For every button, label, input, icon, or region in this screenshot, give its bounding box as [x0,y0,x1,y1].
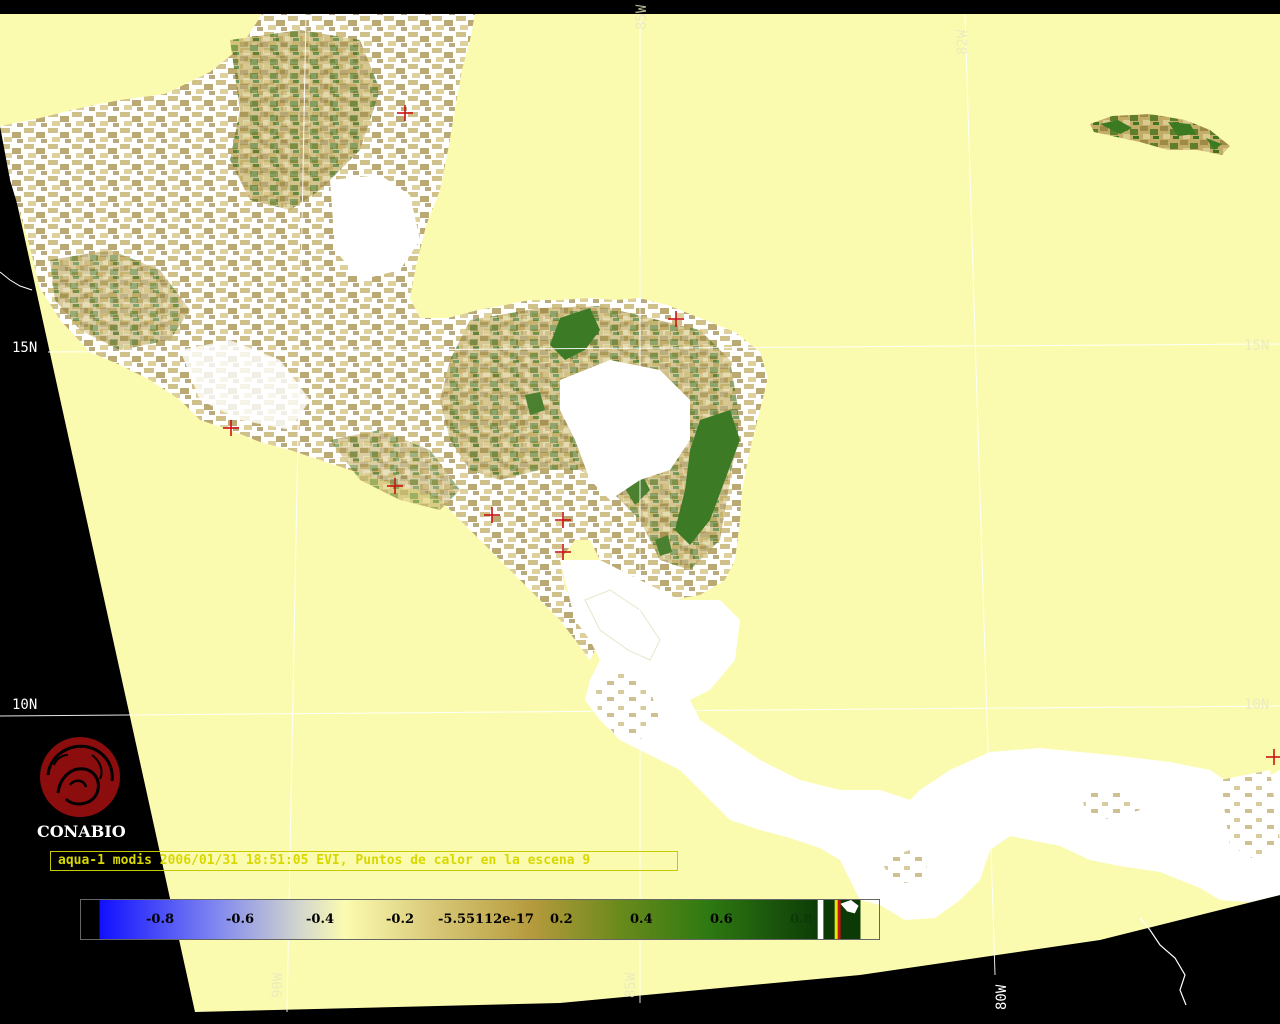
colorbar-tick: 0.2 [550,912,573,927]
lat-label-10n-right: 10N [1244,697,1270,713]
lon-label-80w-bottom: 80W [994,984,1010,1010]
colorbar-tick: 0.4 [630,912,653,927]
caption-text: aqua-1 modis 2006/01/31 18:51:05 EVI, Pu… [58,853,591,868]
lat-label-15n-left: 15N [12,340,38,356]
image-caption: aqua-1 modis 2006/01/31 18:51:05 EVI, Pu… [50,851,678,871]
lat-label-10n-left: 10N [12,697,38,713]
logo-label: CONABIO [37,822,126,841]
lon-label-90w-bottom: 90W [270,972,286,998]
colorbar-tick: -0.6 [226,912,255,927]
lon-label-82w-top: 82W [955,29,971,55]
lat-label-15n-right: 15N [1244,338,1270,354]
colorbar-tick: -5.55112e-17 [438,912,534,927]
colorbar-tick: 0.6 [710,912,733,927]
colorbar-tick: -0.2 [386,912,415,927]
lon-label-85w-top: 85W [634,4,650,30]
colorbar-tick: -0.4 [306,912,335,927]
colorbar-tick: 0.8 [790,912,813,927]
colorbar-tick: -0.8 [146,912,175,927]
lon-label-85w-bottom: 85W [623,972,639,998]
